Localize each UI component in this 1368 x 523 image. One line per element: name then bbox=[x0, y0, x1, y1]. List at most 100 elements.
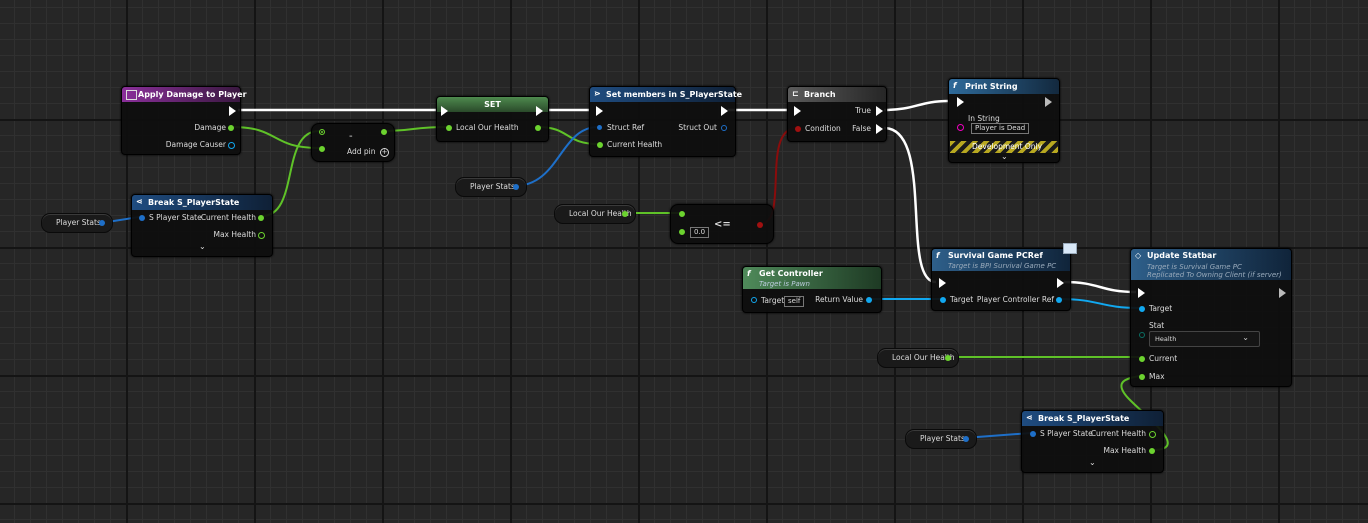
current-health-pin[interactable] bbox=[1149, 431, 1156, 438]
add-pin-label[interactable]: Add pin bbox=[347, 147, 376, 157]
compare-in-a-pin[interactable] bbox=[679, 211, 685, 217]
local-health-in-pin[interactable] bbox=[446, 125, 452, 131]
stat-pin[interactable] bbox=[1139, 332, 1145, 338]
set-members-title: Set members in S_PlayerState bbox=[606, 90, 743, 99]
expand-chevron-icon[interactable]: ⌄ bbox=[199, 242, 206, 251]
update-target-pin[interactable] bbox=[1139, 306, 1145, 312]
compare-out-pin[interactable] bbox=[757, 222, 763, 228]
target-label: Target bbox=[761, 296, 785, 305]
current-pin[interactable] bbox=[1139, 356, 1145, 362]
struct-ref-label: Struct Ref bbox=[607, 123, 645, 132]
update-exec-out-pin[interactable] bbox=[1279, 288, 1286, 298]
expand-chevron-icon[interactable]: ⌄ bbox=[1089, 458, 1096, 467]
return-value-pin[interactable] bbox=[866, 297, 872, 303]
get-controller-title: Get Controller bbox=[759, 269, 823, 278]
max-pin[interactable] bbox=[1139, 374, 1145, 380]
branch-title: Branch bbox=[804, 90, 836, 99]
max-health-label: Max Health bbox=[1103, 446, 1146, 455]
branch-icon: ⊏ bbox=[792, 89, 799, 98]
set-members-exec-out-pin[interactable] bbox=[721, 106, 728, 116]
survival-target-pin[interactable] bbox=[940, 297, 946, 303]
branch-header: ⊏ Branch bbox=[788, 87, 886, 102]
max-label: Max bbox=[1149, 372, 1165, 381]
player-controller-ref-pin[interactable] bbox=[1056, 297, 1062, 303]
break-icon: ⋖ bbox=[136, 197, 143, 206]
branch-node[interactable]: ⊏ Branch True Condition False bbox=[787, 86, 887, 142]
set-exec-in-pin[interactable] bbox=[441, 106, 448, 116]
survival-game-pcref-node[interactable]: f Survival Game PCRef Target is BPI Surv… bbox=[931, 243, 1077, 311]
player-controller-ref-label: Player Controller Ref bbox=[976, 295, 1054, 304]
compare-in-b-pin[interactable] bbox=[679, 229, 685, 235]
player-stats-variable-bottom[interactable]: Player Stats bbox=[905, 429, 977, 449]
break-playerstate-node-top[interactable]: ⋖ Break S_PlayerState S Player State Cur… bbox=[131, 194, 273, 257]
damage-causer-pin[interactable] bbox=[228, 142, 235, 149]
struct-out-pin[interactable] bbox=[721, 125, 727, 131]
s-player-state-pin[interactable] bbox=[139, 215, 145, 221]
s-player-state-pin[interactable] bbox=[1030, 431, 1036, 437]
max-health-label: Max Health bbox=[213, 230, 256, 239]
player-stats-out-pin[interactable] bbox=[513, 184, 519, 190]
player-stats-variable-mid[interactable]: Player Stats bbox=[455, 177, 527, 197]
target-label: Target bbox=[1149, 304, 1173, 313]
player-stats-variable-top[interactable]: Player Stats bbox=[41, 213, 113, 233]
player-stats-label: Player Stats bbox=[470, 182, 515, 191]
current-label: Current bbox=[1149, 354, 1178, 363]
player-stats-out-pin[interactable] bbox=[99, 220, 105, 226]
player-stats-out-pin[interactable] bbox=[963, 436, 969, 442]
player-stats-label: Player Stats bbox=[56, 218, 101, 227]
survival-exec-in-pin[interactable] bbox=[939, 278, 946, 288]
update-statbar-subtitle-1: Target is Survival Game PC bbox=[1147, 263, 1242, 271]
local-health-out-pin[interactable] bbox=[535, 125, 541, 131]
print-exec-out-pin[interactable] bbox=[1045, 97, 1052, 107]
in-string-field[interactable]: Player is Dead bbox=[971, 123, 1030, 134]
set-exec-out-pin[interactable] bbox=[536, 106, 543, 116]
branch-exec-in-pin[interactable] bbox=[794, 106, 801, 116]
apply-damage-node[interactable]: Apply Damage to Player Damage Damage Cau… bbox=[121, 86, 247, 155]
current-health-in-pin[interactable] bbox=[597, 142, 603, 148]
get-controller-header: f Get Controller Target is Pawn bbox=[743, 267, 881, 289]
local-health-variable-mid[interactable]: Local Our Health bbox=[554, 204, 636, 224]
true-exec-pin[interactable] bbox=[876, 106, 883, 116]
subtract-in-b-pin[interactable] bbox=[319, 146, 325, 152]
in-string-pin[interactable] bbox=[957, 124, 964, 131]
expand-chevron-icon[interactable]: ⌄ bbox=[1001, 152, 1008, 161]
current-health-pin[interactable] bbox=[258, 215, 264, 221]
max-health-pin[interactable] bbox=[258, 232, 265, 239]
compare-symbol: <= bbox=[714, 219, 731, 230]
update-statbar-node[interactable]: ◇ Update Statbar Target is Survival Game… bbox=[1130, 248, 1292, 387]
local-health-variable-bottom[interactable]: Local Our Health bbox=[877, 348, 959, 368]
print-string-node[interactable]: f Print String In String Player is Dead … bbox=[948, 78, 1060, 163]
set-local-health-node[interactable]: SET Local Our Health bbox=[436, 96, 549, 142]
break-title: Break S_PlayerState bbox=[1038, 414, 1130, 423]
struct-ref-pin[interactable] bbox=[597, 125, 602, 130]
break-title: Break S_PlayerState bbox=[148, 198, 240, 207]
get-controller-subtitle: Target is Pawn bbox=[759, 280, 810, 288]
get-controller-node[interactable]: f Get Controller Target is Pawn Target s… bbox=[742, 266, 882, 313]
exec-out-pin[interactable] bbox=[229, 106, 236, 116]
stat-dropdown[interactable]: Health ⌄ bbox=[1149, 331, 1260, 347]
set-members-node[interactable]: ⋗ Set members in S_PlayerState Struct Re… bbox=[589, 86, 742, 157]
add-pin-icon[interactable]: + bbox=[380, 148, 389, 157]
get-controller-target-pin[interactable] bbox=[751, 297, 757, 303]
apply-damage-header: Apply Damage to Player bbox=[122, 87, 247, 102]
print-string-title: Print String bbox=[965, 82, 1018, 91]
set-members-exec-in-pin[interactable] bbox=[596, 106, 603, 116]
less-equal-node[interactable]: 0.0 <= bbox=[670, 204, 774, 244]
subtract-out-pin[interactable] bbox=[381, 129, 387, 135]
break-playerstate-node-bottom[interactable]: ⋖ Break S_PlayerState S Player State Cur… bbox=[1021, 410, 1164, 473]
local-health-out-pin[interactable] bbox=[945, 355, 951, 361]
subtract-in-a-pin[interactable] bbox=[319, 129, 325, 135]
target-self-field[interactable]: self bbox=[784, 296, 805, 307]
local-health-out-pin[interactable] bbox=[622, 211, 628, 217]
max-health-pin[interactable] bbox=[1149, 448, 1155, 454]
false-exec-pin[interactable] bbox=[876, 124, 883, 134]
true-label: True bbox=[855, 106, 871, 115]
compare-value-field[interactable]: 0.0 bbox=[690, 227, 710, 238]
survival-exec-out-pin[interactable] bbox=[1057, 278, 1064, 288]
print-exec-in-pin[interactable] bbox=[957, 97, 964, 107]
subtract-node[interactable]: - Add pin + bbox=[311, 123, 395, 162]
event-icon bbox=[126, 90, 137, 100]
update-exec-in-pin[interactable] bbox=[1138, 288, 1145, 298]
condition-pin[interactable] bbox=[795, 126, 801, 132]
damage-pin[interactable] bbox=[228, 125, 234, 131]
